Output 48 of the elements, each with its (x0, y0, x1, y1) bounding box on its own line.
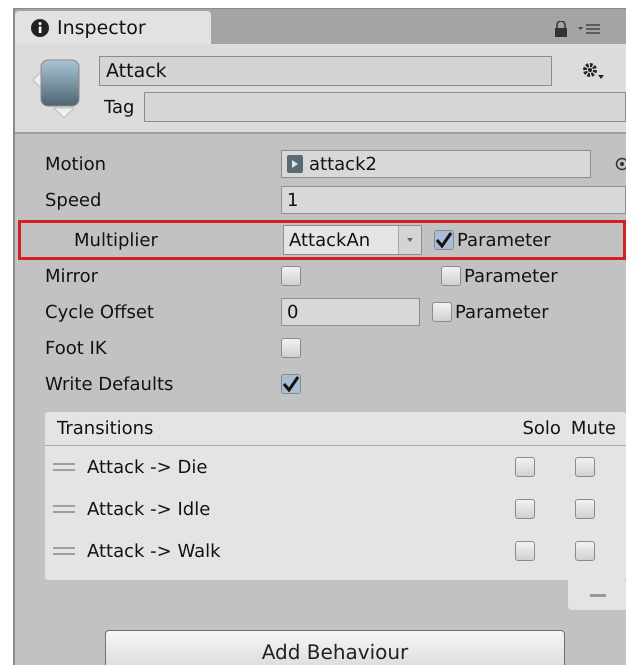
solo-checkbox[interactable] (515, 499, 535, 519)
transition-name[interactable]: Attack -> Die (87, 456, 208, 478)
inspector-tab[interactable]: Inspector (15, 11, 211, 44)
parameter-label: Parameter (455, 302, 549, 322)
property-label: Multiplier (74, 230, 159, 250)
list-title: Transitions (57, 418, 154, 439)
remove-button[interactable] (568, 580, 626, 610)
transition-name[interactable]: Attack -> Idle (87, 498, 210, 520)
minus-icon (590, 594, 606, 596)
name-field[interactable]: Attack (99, 56, 552, 86)
speed-field[interactable]: 1 (281, 186, 626, 214)
drag-handle-icon[interactable] (53, 463, 75, 471)
settings-icon[interactable] (582, 61, 604, 81)
parameter-label: Parameter (464, 266, 558, 286)
property-label: Cycle Offset (45, 302, 155, 322)
mute-checkbox[interactable] (575, 541, 595, 561)
checkbox[interactable] (281, 374, 301, 394)
tag-field[interactable] (144, 92, 626, 122)
property-label: Motion (45, 154, 108, 174)
parameter-checkbox[interactable] (441, 266, 461, 286)
cycle-offset-field[interactable]: 0 (281, 298, 420, 326)
checkbox[interactable] (281, 266, 301, 286)
property-label: Write Defaults (45, 374, 174, 394)
drag-handle-icon[interactable] (53, 547, 75, 555)
lock-icon[interactable] (554, 21, 568, 37)
parameter-checkbox[interactable] (434, 230, 454, 250)
property-label: Speed (45, 190, 102, 210)
drag-handle-icon[interactable] (53, 505, 75, 513)
transition-name[interactable]: Attack -> Walk (87, 540, 221, 562)
solo-checkbox[interactable] (515, 457, 535, 477)
info-icon (31, 18, 49, 36)
mute-checkbox[interactable] (575, 457, 595, 477)
parameter-checkbox[interactable] (432, 302, 452, 322)
parameter-dropdown[interactable]: AttackAn (283, 225, 422, 255)
menu-icon[interactable] (578, 23, 600, 35)
object-picker-icon[interactable] (615, 157, 626, 171)
checkbox[interactable] (281, 338, 301, 358)
column-header: Mute (570, 418, 616, 439)
property-label: Mirror (45, 266, 100, 286)
tag-label: Tag (104, 96, 134, 118)
animation-clip-icon (287, 155, 303, 173)
motion-field[interactable]: attack2 (281, 150, 591, 178)
mute-checkbox[interactable] (575, 499, 595, 519)
column-header: Solo (522, 418, 561, 439)
solo-checkbox[interactable] (515, 541, 535, 561)
property-label: Foot IK (45, 338, 108, 358)
add-behaviour-button[interactable]: Add Behaviour (105, 630, 565, 665)
parameter-label: Parameter (457, 230, 551, 250)
